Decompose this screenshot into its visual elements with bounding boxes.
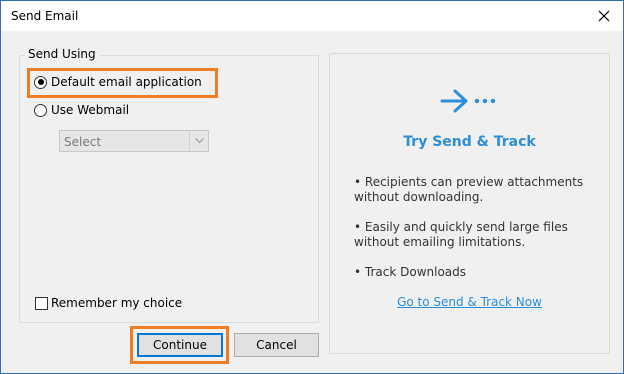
dialog-title: Send Email bbox=[11, 9, 79, 23]
promo-bullet: • Recipients can preview attachments wit… bbox=[354, 175, 584, 204]
default-email-radio[interactable] bbox=[34, 75, 47, 89]
default-email-option[interactable]: Default email application bbox=[34, 75, 202, 89]
close-icon bbox=[598, 10, 610, 22]
webmail-radio[interactable] bbox=[34, 103, 47, 117]
promo-bullet: • Easily and quickly send large files wi… bbox=[354, 220, 568, 249]
send-email-dialog: Send Email Send Using Default email appl… bbox=[0, 0, 624, 374]
send-using-legend: Send Using bbox=[25, 47, 99, 61]
default-email-label: Default email application bbox=[51, 75, 202, 89]
promo-bullet: • Track Downloads bbox=[354, 265, 467, 279]
remember-choice-label: Remember my choice bbox=[51, 296, 183, 310]
webmail-label: Use Webmail bbox=[51, 103, 130, 117]
close-button[interactable] bbox=[589, 1, 619, 31]
title-bar: Send Email bbox=[1, 1, 623, 31]
promo-title: Try Send & Track bbox=[403, 134, 536, 150]
webmail-select-value: Select bbox=[64, 135, 102, 149]
remember-choice-checkbox[interactable] bbox=[35, 296, 48, 310]
webmail-select[interactable]: Select bbox=[59, 130, 209, 152]
continue-button[interactable]: Continue bbox=[137, 333, 223, 357]
arrow-right-dots-icon bbox=[440, 89, 496, 113]
cancel-button[interactable]: Cancel bbox=[234, 333, 319, 357]
chevron-down-icon bbox=[189, 131, 208, 151]
remember-choice-option[interactable]: Remember my choice bbox=[35, 296, 182, 310]
send-track-link[interactable]: Go to Send & Track Now bbox=[329, 295, 610, 309]
webmail-option[interactable]: Use Webmail bbox=[34, 103, 129, 117]
